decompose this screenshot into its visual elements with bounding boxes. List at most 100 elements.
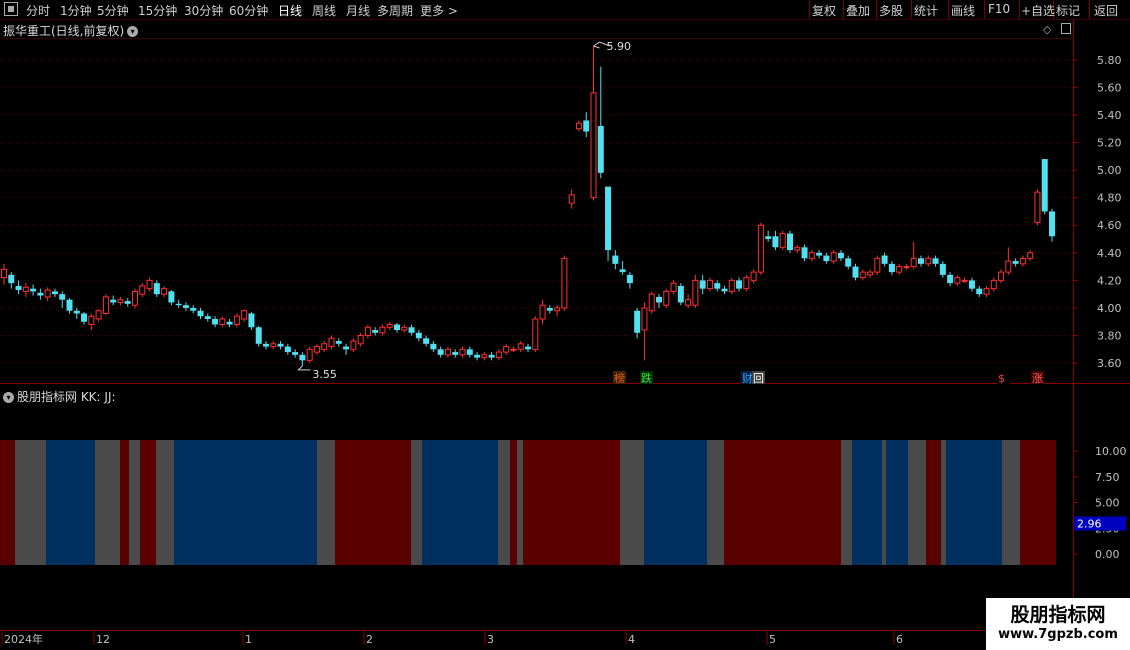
indicator-band-gray <box>15 440 46 565</box>
candle-body <box>495 351 502 359</box>
candle-body <box>590 92 597 199</box>
candle-body <box>626 274 633 284</box>
candle-body <box>699 280 706 289</box>
candle-body <box>612 255 619 264</box>
candle-body <box>503 346 510 353</box>
candle-body <box>488 354 495 358</box>
indicator-band-red <box>335 440 411 565</box>
candle-body <box>197 310 204 317</box>
watermark-logo: 股朋指标网 www.7gpzb.com <box>986 598 1130 650</box>
candle-body <box>350 340 357 350</box>
indicator-band-blue <box>174 440 317 565</box>
indicator-band-gray <box>317 440 335 565</box>
indicator-band-blue <box>886 440 908 565</box>
candle-body <box>561 257 568 309</box>
candle-body <box>816 252 823 256</box>
candle-body <box>539 304 546 320</box>
candle-body <box>743 277 750 290</box>
candle-body <box>212 318 219 325</box>
event-tag-2: 财 <box>742 371 753 385</box>
price-tick-label: 5.60 <box>1097 81 1122 94</box>
chart-canvas[interactable]: 5.80 5.60 5.40 5.20 5.00 4.80 4.60 4.40 4.20 4.00… <box>0 0 1130 650</box>
candle-body <box>379 326 386 334</box>
candle-body <box>357 335 364 345</box>
candle-body <box>437 349 444 355</box>
date-label-7: 6 <box>896 633 903 646</box>
candle-body <box>808 252 815 259</box>
indicator-band-red <box>523 440 620 565</box>
candle-body <box>837 252 844 259</box>
candle-body <box>1027 252 1034 259</box>
candle-body <box>343 346 350 350</box>
candle-body <box>1041 159 1048 212</box>
indicator-band-gray <box>411 440 422 565</box>
candle-body <box>146 279 153 290</box>
candle-body <box>313 346 320 353</box>
candle-body <box>44 289 51 298</box>
date-label-2: 1 <box>245 633 252 646</box>
indicator-band-gray <box>841 440 852 565</box>
candle-body <box>459 348 466 356</box>
candle-body <box>706 279 713 290</box>
candle-body <box>168 291 175 303</box>
candle-body <box>830 252 837 262</box>
indicator-band-red <box>0 440 15 565</box>
candle-body <box>554 307 561 312</box>
low-marker <box>297 365 311 371</box>
indicator-band-blue <box>46 440 95 565</box>
candle-body <box>568 194 575 204</box>
indicator-band-gray <box>941 440 946 565</box>
candle-body <box>619 269 626 273</box>
candle-body <box>226 321 233 325</box>
candle-body <box>452 352 459 355</box>
candle-body <box>15 285 22 291</box>
price-tick-label: 4.60 <box>1097 219 1122 232</box>
date-label-4: 3 <box>487 633 494 646</box>
candle-body <box>88 315 95 326</box>
price-tick-label: 5.80 <box>1097 54 1122 67</box>
candle-body <box>81 313 88 322</box>
candle-body <box>583 120 590 132</box>
indicator-band-gray <box>517 440 523 565</box>
candle-body <box>721 288 728 292</box>
candle-body <box>896 266 903 273</box>
indicator-band-gray <box>620 440 644 565</box>
candle-body <box>132 290 138 306</box>
candle-body <box>182 305 189 308</box>
candle-body <box>73 310 80 314</box>
candle-body <box>801 247 808 259</box>
candle-body <box>750 271 757 281</box>
indicator-band-blue <box>946 440 1002 565</box>
candle-body <box>241 310 248 320</box>
candle-body <box>903 266 910 269</box>
date-label-1: 12 <box>96 633 110 646</box>
candle-body <box>947 274 954 284</box>
candle-body <box>37 292 44 296</box>
price-tick-label: 5.40 <box>1097 109 1122 122</box>
candle-body <box>874 257 881 273</box>
date-label-3: 2 <box>366 633 373 646</box>
candle-body <box>1012 261 1019 264</box>
candle-body <box>641 307 648 331</box>
candle-body <box>670 282 677 292</box>
candle-body <box>954 277 961 284</box>
candle-body <box>692 279 699 306</box>
candle-body <box>394 324 400 331</box>
candle-body <box>372 330 379 333</box>
candle-body <box>881 255 888 264</box>
candle-body <box>30 288 37 292</box>
indicator-band-red <box>926 440 941 565</box>
candle-body <box>736 280 743 289</box>
candle-body <box>255 327 262 344</box>
candle-body <box>757 224 764 273</box>
candle-body <box>51 291 58 295</box>
candle-body <box>859 271 866 279</box>
candle-body <box>66 299 73 311</box>
indicator-band-gray <box>498 440 510 565</box>
candle-body <box>983 288 990 295</box>
candle-body <box>175 303 182 306</box>
price-tick-label: 4.00 <box>1097 302 1122 315</box>
candle-body <box>59 294 66 300</box>
candle-body <box>575 122 582 130</box>
indicator-band-gray <box>707 440 724 565</box>
